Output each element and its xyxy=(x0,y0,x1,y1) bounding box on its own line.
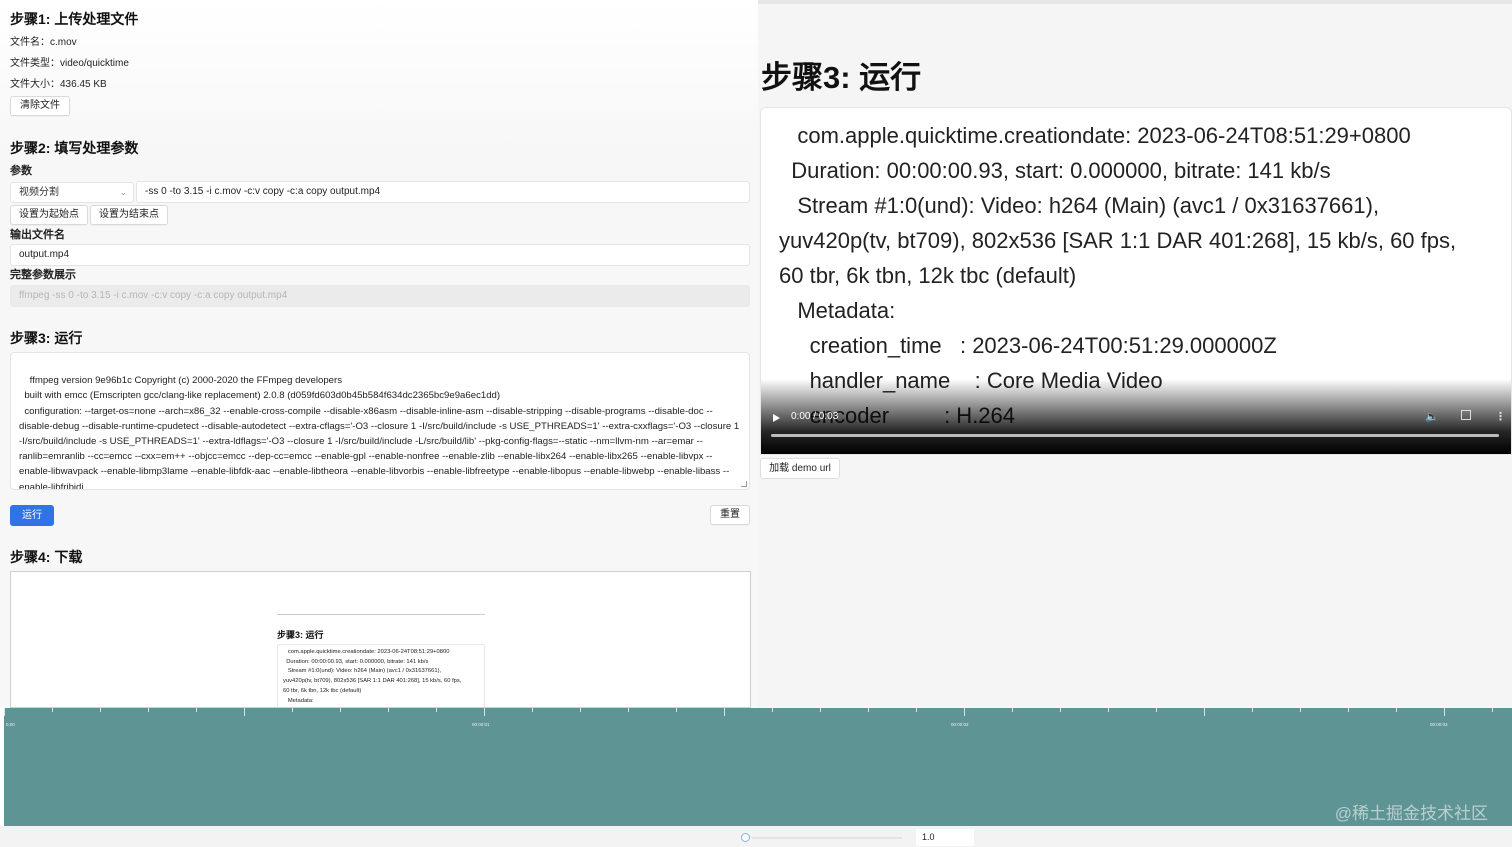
download-preview[interactable]: 步骤3: 运行 com.apple.quicktime.creationdate… xyxy=(10,571,751,708)
timeline-tick xyxy=(1012,708,1013,712)
timeline-tick xyxy=(388,708,389,712)
right-panel: 步骤3: 运行 com.apple.quicktime.creationdate… xyxy=(758,0,1512,708)
timeline-tick xyxy=(484,708,485,716)
timeline-tick xyxy=(820,708,821,712)
output-label: 输出文件名 xyxy=(10,229,65,241)
timeline-tick xyxy=(628,708,629,712)
mode-select-value: 视频分割 xyxy=(19,187,59,198)
timeline-label-3: 00:00:03 xyxy=(1430,722,1448,727)
preview-title: 步骤3: 运行 xyxy=(277,630,324,640)
timeline-tick xyxy=(580,708,581,712)
preview-text: com.apple.quicktime.creationdate: 2023-0… xyxy=(277,644,485,707)
top-bar xyxy=(758,0,1512,4)
timeline-tick xyxy=(4,708,5,716)
volume-icon[interactable]: 🔈 xyxy=(1425,410,1439,423)
chevron-down-icon: ⌄ xyxy=(119,187,127,197)
video-player[interactable]: com.apple.quicktime.creationdate: 2023-0… xyxy=(760,107,1512,455)
log-text: ffmpeg version 9e96b1c Copyright (c) 200… xyxy=(19,375,740,490)
timeline-tick xyxy=(292,708,293,712)
timeline-tick xyxy=(676,708,677,712)
log-textarea[interactable]: ffmpeg version 9e96b1c Copyright (c) 200… xyxy=(10,352,750,490)
set-start-button[interactable]: 设置为起始点 xyxy=(10,205,88,225)
timeline-tick xyxy=(868,708,869,712)
timeline-tick xyxy=(1348,708,1349,712)
step4-title: 步骤4: 下载 xyxy=(10,549,83,565)
timeline-tick xyxy=(1300,708,1301,712)
timeline-tick xyxy=(532,708,533,712)
timeline-label-0: 0:00 xyxy=(6,722,15,727)
left-panel: 步骤1: 上传处理文件 文件名：c.mov 文件类型：video/quickti… xyxy=(0,0,758,708)
timeline-tick xyxy=(436,708,437,712)
timeline-tick xyxy=(964,708,965,716)
timeline-tick xyxy=(1444,708,1445,716)
timeline-tick xyxy=(1204,708,1205,716)
playback-bar: 1.0 xyxy=(0,826,1512,847)
preview-divider xyxy=(277,614,485,615)
preview-frame: 步骤3: 运行 com.apple.quicktime.creationdate… xyxy=(277,614,485,707)
timeline-tick xyxy=(196,708,197,712)
clear-file-button[interactable]: 清除文件 xyxy=(10,96,70,116)
step1-title: 步骤1: 上传处理文件 xyxy=(10,11,139,27)
right-step3-title: 步骤3: 运行 xyxy=(761,60,922,95)
timeline-tick xyxy=(772,708,773,712)
rate-input[interactable]: 1.0 xyxy=(916,829,974,846)
file-size: 文件大小：436.45 KB xyxy=(10,79,107,90)
timeline-tick xyxy=(724,708,725,716)
timeline-label-2: 00:00:02 xyxy=(951,722,969,727)
full-params-field: ffmpeg -ss 0 -to 3.15 -i c.mov -c:v copy… xyxy=(10,285,750,307)
timeline-tick xyxy=(1108,708,1109,712)
timeline-ticks xyxy=(4,708,1512,724)
step3-title: 步骤3: 运行 xyxy=(10,330,83,346)
play-icon[interactable] xyxy=(773,414,780,422)
timeline-tick xyxy=(1060,708,1061,712)
params-label: 参数 xyxy=(10,165,32,177)
timeline[interactable]: 0:00 00:00:01 00:00:02 00:00:03 @稀土掘金技术社… xyxy=(4,708,1512,826)
params-input[interactable]: -ss 0 -to 3.15 -i c.mov -c:v copy -c:a c… xyxy=(136,181,750,203)
mode-select[interactable]: 视频分割 ⌄ xyxy=(10,182,134,203)
run-button[interactable]: 运行 xyxy=(10,505,54,526)
timeline-tick xyxy=(1396,708,1397,712)
timeline-tick xyxy=(52,708,53,712)
file-type: 文件类型：video/quicktime xyxy=(10,58,129,69)
timeline-tick xyxy=(1252,708,1253,712)
step2-title: 步骤2: 填写处理参数 xyxy=(10,140,139,156)
load-demo-button[interactable]: 加载 demo url xyxy=(760,458,840,479)
reset-button[interactable]: 重置 xyxy=(710,505,750,525)
zoom-slider-handle[interactable] xyxy=(741,833,750,842)
timeline-label-1: 00:00:01 xyxy=(472,722,490,727)
output-input[interactable]: output.mp4 xyxy=(10,244,750,266)
zoom-slider-track[interactable] xyxy=(752,837,902,839)
timeline-tick xyxy=(1492,708,1493,712)
timeline-tick xyxy=(1156,708,1157,712)
file-name: 文件名：c.mov xyxy=(10,37,77,48)
set-end-button[interactable]: 设置为结束点 xyxy=(90,205,168,225)
timeline-tick xyxy=(244,708,245,716)
video-time: 0:00 / 0:03 xyxy=(791,411,839,422)
watermark: @稀土掘金技术社区 xyxy=(1334,804,1488,823)
fullscreen-icon[interactable] xyxy=(1461,410,1471,420)
video-controls: 0:00 / 0:03 🔈 ⋮ xyxy=(761,406,1511,454)
timeline-tick xyxy=(100,708,101,712)
timeline-tick xyxy=(340,708,341,712)
more-icon[interactable]: ⋮ xyxy=(1495,410,1506,423)
full-params-label: 完整参数展示 xyxy=(10,269,76,281)
video-progress-bar[interactable] xyxy=(771,434,1499,437)
resize-handle[interactable] xyxy=(741,481,747,487)
timeline-tick xyxy=(148,708,149,712)
timeline-tick xyxy=(916,708,917,712)
